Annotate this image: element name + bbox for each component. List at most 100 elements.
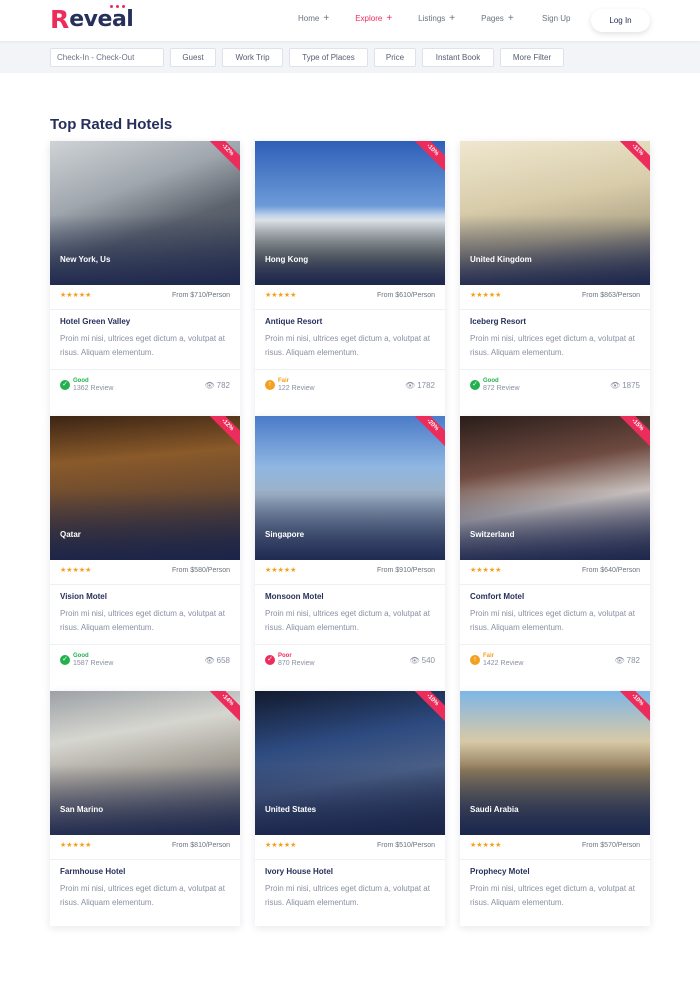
hotel-card[interactable]: Hong Kong -10% ★★★★★ From $610/Person An… bbox=[255, 141, 445, 416]
rating-info: ✓ Good 1362 Review bbox=[60, 378, 113, 392]
site-header: Reveal Home + Explore + Listings + Pages + S… bbox=[0, 0, 700, 41]
nav-explore[interactable]: Explore + bbox=[355, 12, 393, 24]
hotel-card[interactable]: Switzerland -15% ★★★★★ From $640/Person … bbox=[460, 416, 650, 691]
card-divider bbox=[460, 369, 650, 370]
rating-label: Good bbox=[483, 378, 499, 384]
date-range-input[interactable]: Check-In - Check-Out bbox=[50, 48, 164, 67]
hotel-description: Proin mi nisi, ultrices eget dictum a, v… bbox=[470, 884, 635, 907]
star-rating: ★★★★★ bbox=[265, 567, 297, 574]
hotel-card[interactable]: San Marino -14% ★★★★★ From $810/Person F… bbox=[50, 691, 240, 926]
review-count[interactable]: 870 Review bbox=[278, 660, 315, 667]
hotel-image[interactable]: Switzerland -15% bbox=[460, 416, 650, 560]
filter-more[interactable]: More Filter bbox=[500, 48, 564, 67]
nav-listings[interactable]: Listings + bbox=[418, 13, 455, 23]
discount-ribbon: -10% bbox=[406, 141, 445, 176]
discount-ribbon: -14% bbox=[201, 691, 240, 726]
discount-ribbon: -10% bbox=[611, 691, 650, 726]
card-footer: ✓ Good 1362 Review 👁 782 bbox=[60, 377, 230, 393]
star-rating: ★★★★★ bbox=[470, 567, 502, 574]
filter-type-of-places[interactable]: Type of Places bbox=[289, 48, 368, 67]
hotel-card[interactable]: Singapore -20% ★★★★★ From $910/Person Mo… bbox=[255, 416, 445, 691]
rating-badge-icon: ↑ bbox=[470, 655, 480, 665]
card-divider bbox=[460, 859, 650, 860]
review-count[interactable]: 1587 Review bbox=[73, 660, 113, 667]
review-count[interactable]: 1422 Review bbox=[483, 660, 523, 667]
hotel-image[interactable]: Singapore -20% bbox=[255, 416, 445, 560]
hotel-image[interactable]: United Kingdom -11% bbox=[460, 141, 650, 285]
price: From $610/Person bbox=[377, 291, 435, 299]
view-count: 👁 658 bbox=[204, 656, 230, 665]
review-count[interactable]: 122 Review bbox=[278, 385, 315, 392]
hotel-name[interactable]: Farmhouse Hotel bbox=[60, 867, 125, 876]
card-divider bbox=[460, 309, 650, 310]
view-count-value: 782 bbox=[216, 380, 230, 390]
hotel-image[interactable]: Qatar -12% bbox=[50, 416, 240, 560]
price: From $810/Person bbox=[172, 841, 230, 849]
image-overlay bbox=[255, 765, 445, 835]
price: From $710/Person bbox=[172, 291, 230, 299]
hotel-location: United States bbox=[265, 805, 317, 814]
image-overlay bbox=[50, 765, 240, 835]
card-divider bbox=[255, 309, 445, 310]
hotel-card[interactable]: United States -10% ★★★★★ From $510/Perso… bbox=[255, 691, 445, 926]
card-divider bbox=[460, 644, 650, 645]
hotel-card[interactable]: Qatar -12% ★★★★★ From $580/Person Vision… bbox=[50, 416, 240, 691]
logo[interactable]: Reveal bbox=[50, 5, 134, 32]
hotel-name[interactable]: Hotel Green Valley bbox=[60, 317, 130, 326]
price: From $570/Person bbox=[582, 841, 640, 849]
plus-icon: + bbox=[507, 12, 514, 24]
filter-work-trip[interactable]: Work Trip bbox=[222, 48, 283, 67]
view-count: 👁 782 bbox=[204, 381, 230, 390]
eye-icon: 👁 bbox=[409, 655, 420, 665]
hotel-description: Proin mi nisi, ultrices eget dictum a, v… bbox=[60, 609, 225, 632]
hotel-name[interactable]: Vision Motel bbox=[60, 592, 107, 601]
hotel-card[interactable]: New York, Us -12% ★★★★★ From $710/Person… bbox=[50, 141, 240, 416]
hotel-location: Qatar bbox=[60, 530, 81, 539]
hotel-image[interactable]: San Marino -14% bbox=[50, 691, 240, 835]
hotel-description: Proin mi nisi, ultrices eget dictum a, v… bbox=[470, 609, 635, 632]
hotel-card[interactable]: United Kingdom -11% ★★★★★ From $863/Pers… bbox=[460, 141, 650, 416]
eye-icon: 👁 bbox=[610, 380, 621, 390]
nav-home[interactable]: Home + bbox=[298, 13, 329, 23]
star-rating: ★★★★★ bbox=[60, 567, 92, 574]
hotel-image[interactable]: New York, Us -12% bbox=[50, 141, 240, 285]
hotel-name[interactable]: Iceberg Resort bbox=[470, 317, 526, 326]
rating-badge-icon: ✓ bbox=[265, 655, 275, 665]
sign-up-link[interactable]: Sign Up bbox=[542, 14, 570, 23]
nav-pages[interactable]: Pages + bbox=[481, 12, 514, 24]
hotel-image[interactable]: Saudi Arabia -10% bbox=[460, 691, 650, 835]
hotel-name[interactable]: Ivory House Hotel bbox=[265, 867, 333, 876]
hotel-name[interactable]: Monsoon Motel bbox=[265, 592, 324, 601]
hotel-name[interactable]: Prophecy Motel bbox=[470, 867, 530, 876]
view-count-value: 658 bbox=[216, 655, 230, 665]
star-rating: ★★★★★ bbox=[265, 842, 297, 849]
discount-ribbon: -12% bbox=[201, 141, 240, 176]
hotel-name[interactable]: Comfort Motel bbox=[470, 592, 524, 601]
hotel-image[interactable]: Hong Kong -10% bbox=[255, 141, 445, 285]
section-title: Top Rated Hotels bbox=[50, 116, 173, 133]
card-divider bbox=[50, 309, 240, 310]
price: From $580/Person bbox=[172, 566, 230, 574]
filter-guest[interactable]: Guest bbox=[170, 48, 216, 67]
hotel-description: Proin mi nisi, ultrices eget dictum a, v… bbox=[470, 334, 635, 357]
hotel-name[interactable]: Antique Resort bbox=[265, 317, 322, 326]
filter-price[interactable]: Price bbox=[374, 48, 416, 67]
view-count-value: 540 bbox=[421, 655, 435, 665]
login-button[interactable]: Log In bbox=[591, 9, 650, 32]
plus-icon: + bbox=[386, 12, 393, 24]
filter-instant-book[interactable]: Instant Book bbox=[422, 48, 494, 67]
rating-info: ✓ Poor 870 Review bbox=[265, 653, 315, 667]
image-overlay bbox=[460, 765, 650, 835]
card-footer: ✓ Poor 870 Review 👁 540 bbox=[265, 652, 435, 668]
card-meta: ★★★★★ From $580/Person bbox=[60, 566, 230, 575]
hotel-image[interactable]: United States -10% bbox=[255, 691, 445, 835]
star-rating: ★★★★★ bbox=[60, 292, 92, 299]
hotel-card[interactable]: Saudi Arabia -10% ★★★★★ From $570/Person… bbox=[460, 691, 650, 926]
rating-badge-icon: ↑ bbox=[265, 380, 275, 390]
rating-info: ↑ Fair 122 Review bbox=[265, 378, 315, 392]
rating-label: Fair bbox=[278, 378, 290, 384]
review-count[interactable]: 1362 Review bbox=[73, 385, 113, 392]
hotel-description: Proin mi nisi, ultrices eget dictum a, v… bbox=[265, 609, 430, 632]
review-count[interactable]: 872 Review bbox=[483, 385, 520, 392]
view-count-value: 1782 bbox=[417, 380, 435, 390]
